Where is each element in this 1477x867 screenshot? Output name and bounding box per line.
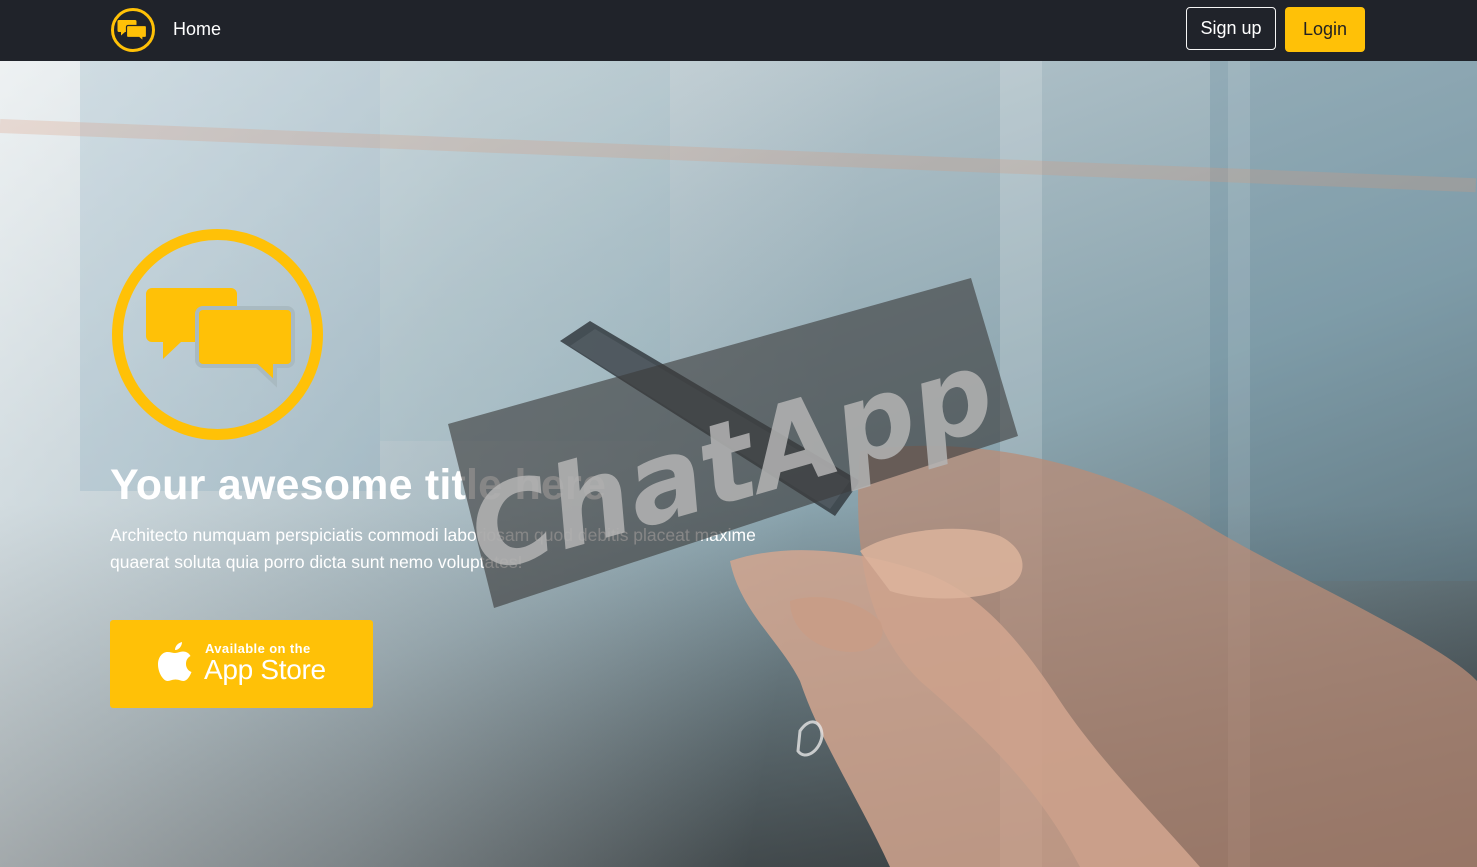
hero-title: Your awesome title here — [110, 461, 607, 509]
signup-button[interactable]: Sign up — [1186, 7, 1276, 50]
chat-bubbles-icon[interactable] — [110, 7, 156, 53]
apple-icon — [158, 642, 192, 681]
hands-with-phone-image — [560, 321, 1477, 867]
app-store-button[interactable]: Available on the App Store — [110, 620, 373, 708]
nav-home-link[interactable]: Home — [173, 19, 221, 40]
login-button[interactable]: Login — [1285, 7, 1365, 52]
hero-section: Your awesome title here Architecto numqu… — [0, 61, 1477, 867]
hero-description: Architecto numquam perspiciatis commodi … — [110, 525, 756, 572]
navbar: Home Sign up Login — [0, 0, 1477, 61]
chat-bubbles-icon — [112, 229, 323, 440]
app-store-big-label: App Store — [204, 654, 326, 685]
